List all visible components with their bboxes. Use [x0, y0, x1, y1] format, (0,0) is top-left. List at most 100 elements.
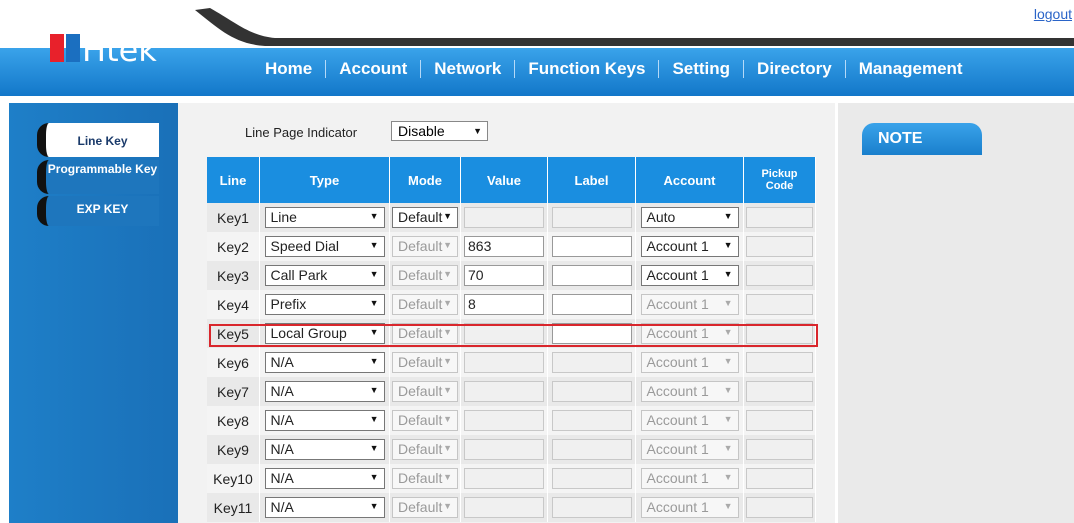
table-row: Key9 N/A ▼ Default ▼ Account 1 ▼	[207, 435, 816, 464]
mode-select[interactable]: Default ▼	[392, 207, 458, 228]
table-row: Key6 N/A ▼ Default ▼ Account 1 ▼	[207, 348, 816, 377]
type-value: Line	[270, 209, 297, 225]
type-value: N/A	[270, 412, 294, 428]
label-input	[551, 410, 632, 431]
type-select[interactable]: N/A ▼	[264, 381, 385, 402]
table-body: Key1 Line ▼ Default ▼ Auto ▼ Key2 Speed Dial ▼ Def…	[207, 203, 816, 522]
value-input[interactable]: 70	[464, 265, 544, 286]
dropdown-arrow-icon: ▼	[443, 327, 452, 337]
table-row: Key3 Call Park ▼ Default ▼ 70 Account 1 ▼	[207, 261, 816, 290]
type-value: Prefix	[270, 296, 307, 312]
mode-value: Default	[398, 470, 443, 486]
dropdown-arrow-icon: ▼	[443, 443, 452, 453]
key-number: Key10	[207, 464, 260, 493]
mode-value: Default	[398, 238, 443, 254]
account-select[interactable]: Auto ▼	[640, 207, 739, 228]
label-input[interactable]	[551, 265, 632, 286]
line-page-indicator-value: Disable	[398, 123, 445, 139]
dropdown-arrow-icon: ▼	[369, 472, 379, 482]
nav-divider	[743, 60, 745, 78]
dropdown-arrow-icon: ▼	[369, 269, 379, 279]
type-select[interactable]: N/A ▼	[264, 497, 385, 518]
account-select: Account 1 ▼	[640, 410, 739, 431]
type-select[interactable]: Local Group ▼	[264, 323, 385, 344]
table-row: Key10 N/A ▼ Default ▼ Account 1 ▼	[207, 464, 816, 493]
nav-management[interactable]: Management	[846, 59, 976, 79]
dropdown-arrow-icon: ▼	[723, 269, 733, 279]
dropdown-arrow-icon: ▼	[723, 385, 733, 395]
type-select[interactable]: N/A ▼	[264, 410, 385, 431]
mode-value: Default	[398, 267, 443, 283]
account-select: Account 1 ▼	[640, 352, 739, 373]
dropdown-arrow-icon: ▼	[723, 298, 733, 308]
column-header-account: Account	[635, 157, 744, 203]
column-header-pickup-code: Pickup Code	[743, 157, 816, 203]
type-select[interactable]: Prefix ▼	[264, 294, 385, 315]
nav-setting[interactable]: Setting	[659, 59, 743, 79]
type-select[interactable]: Call Park ▼	[264, 265, 385, 286]
sidebar-item-programmable-key[interactable]: Programmable Key	[37, 160, 159, 194]
mode-value: Default	[398, 209, 443, 225]
nav-account[interactable]: Account	[326, 59, 420, 79]
sidebar-item-line-key[interactable]: Line Key	[37, 123, 159, 157]
pickup-code-input	[746, 381, 813, 402]
key-number: Key1	[207, 203, 260, 232]
mode-value: Default	[398, 499, 443, 515]
type-select[interactable]: N/A ▼	[264, 439, 385, 460]
type-select[interactable]: N/A ▼	[264, 468, 385, 489]
value-input[interactable]: 863	[464, 236, 544, 257]
nav-home[interactable]: Home	[252, 59, 325, 79]
nav-function-keys[interactable]: Function Keys	[515, 59, 658, 79]
account-select[interactable]: Account 1 ▼	[640, 265, 739, 286]
pickup-code-input	[746, 294, 813, 315]
account-value: Account 1	[646, 238, 709, 254]
mode-value: Default	[398, 383, 443, 399]
mode-select: Default ▼	[392, 265, 458, 286]
sidebar-item-exp-key[interactable]: EXP KEY	[37, 196, 159, 226]
dropdown-arrow-icon: ▼	[443, 472, 452, 482]
mode-select: Default ▼	[392, 410, 458, 431]
table-row: Key8 N/A ▼ Default ▼ Account 1 ▼	[207, 406, 816, 435]
account-select: Account 1 ▼	[640, 381, 739, 402]
dropdown-arrow-icon: ▼	[443, 211, 452, 221]
nav-directory[interactable]: Directory	[744, 59, 845, 79]
key-number: Key5	[207, 319, 260, 348]
pickup-code-input	[746, 265, 813, 286]
table-row: Key7 N/A ▼ Default ▼ Account 1 ▼	[207, 377, 816, 406]
pickup-code-input	[746, 236, 813, 257]
column-header-label: Label	[547, 157, 636, 203]
dropdown-arrow-icon: ▼	[369, 443, 379, 453]
label-input	[551, 497, 632, 518]
line-page-indicator-select[interactable]: Disable ▼	[391, 121, 488, 141]
pickup-code-input	[746, 410, 813, 431]
account-select[interactable]: Account 1 ▼	[640, 236, 739, 257]
type-select[interactable]: N/A ▼	[264, 352, 385, 373]
label-input	[551, 439, 632, 460]
dropdown-arrow-icon: ▼	[723, 443, 733, 453]
mode-value: Default	[398, 441, 443, 457]
label-input[interactable]	[551, 236, 632, 257]
column-header-mode: Mode	[389, 157, 461, 203]
account-value: Auto	[646, 209, 676, 225]
dropdown-arrow-icon: ▼	[443, 269, 452, 279]
value-input[interactable]: 8	[464, 294, 544, 315]
column-header-type: Type	[259, 157, 390, 203]
table-header-row: Line Type Mode Value Label Account Picku…	[207, 157, 816, 203]
nav-network[interactable]: Network	[421, 59, 514, 79]
key-number: Key2	[207, 232, 260, 261]
note-tab: NOTE	[862, 123, 982, 155]
account-select: Account 1 ▼	[640, 294, 739, 315]
account-select: Account 1 ▼	[640, 497, 739, 518]
label-input[interactable]	[551, 294, 632, 315]
mode-select: Default ▼	[392, 323, 458, 344]
column-header-line: Line	[207, 157, 260, 203]
label-input	[551, 381, 632, 402]
account-value: Account 1	[646, 267, 709, 283]
type-select[interactable]: Line ▼	[264, 207, 385, 228]
dropdown-arrow-icon: ▼	[723, 240, 733, 250]
line-page-indicator-label: Line Page Indicator	[245, 125, 358, 140]
label-input	[551, 352, 632, 373]
label-input[interactable]	[551, 323, 632, 344]
type-select[interactable]: Speed Dial ▼	[264, 236, 385, 257]
pickup-code-input	[746, 439, 813, 460]
